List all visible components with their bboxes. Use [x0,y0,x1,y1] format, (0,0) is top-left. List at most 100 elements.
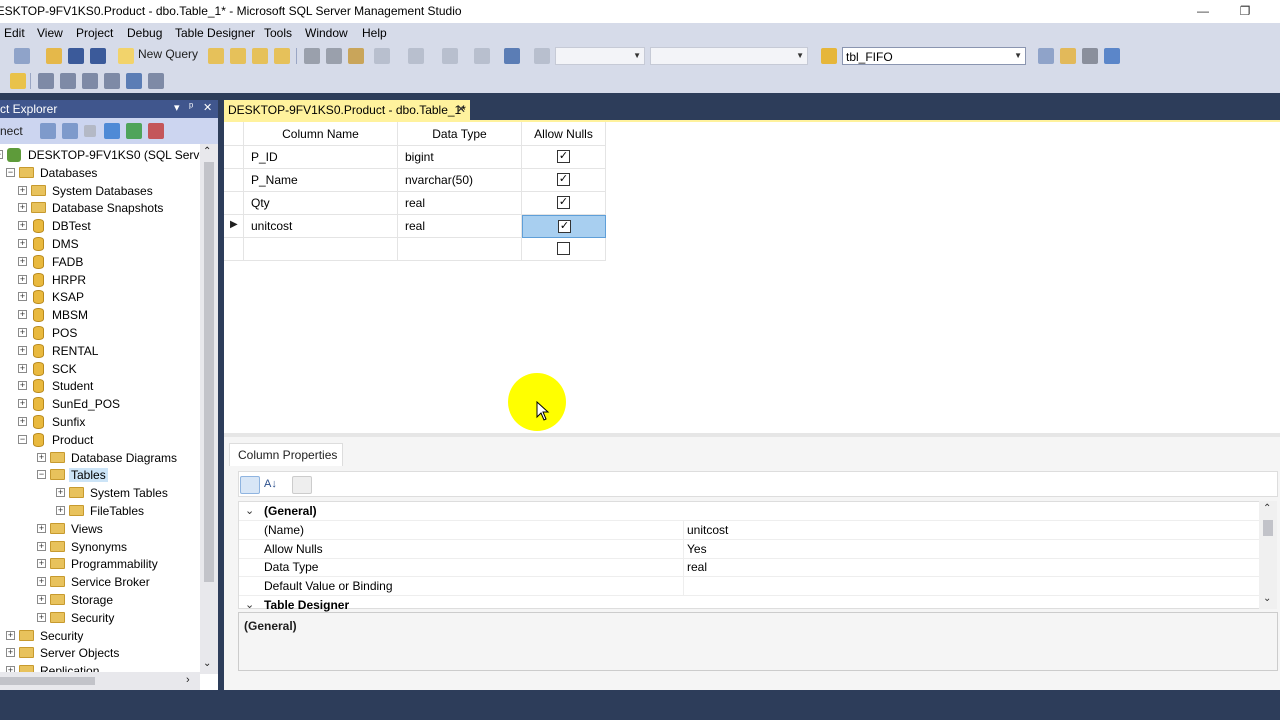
tree-node[interactable]: − Product [0,431,200,449]
menu-window[interactable]: Window [305,26,348,40]
tree-node[interactable]: + SCK [0,360,200,378]
expand-icon[interactable]: + [18,417,27,426]
expand-icon[interactable]: + [56,506,65,515]
menu-debug[interactable]: Debug [127,26,162,40]
check-constraints-icon[interactable] [126,73,142,89]
tree-node[interactable]: + MBSM [0,306,200,324]
property-row[interactable]: Data Type real [239,558,1261,578]
new-query-icon[interactable] [118,48,134,64]
column-name-cell[interactable] [244,238,398,261]
undo-icon[interactable] [374,48,390,64]
navigate-backward-icon[interactable] [442,48,458,64]
property-grid-scrollbar[interactable]: ⌃ ⌄ [1259,501,1277,609]
allow-nulls-checkbox[interactable] [557,242,570,255]
pin-icon[interactable]: ▾ [174,101,180,114]
row-selector[interactable]: ▶ [224,215,244,238]
tree-node[interactable]: + Programmability [0,555,200,573]
tree-node[interactable]: + Service Broker [0,573,200,591]
column-name-cell[interactable]: Qty [244,192,398,215]
tree-node[interactable]: − Databases [0,164,200,182]
cut-icon[interactable] [304,48,320,64]
copy-icon[interactable] [326,48,342,64]
row-selector[interactable] [224,192,244,215]
menu-help[interactable]: Help [362,26,387,40]
available-databases-combo[interactable]: tbl_FIFO ▼ [842,47,1026,65]
row-selector[interactable] [224,146,244,169]
close-icon[interactable]: ✕ [456,102,466,116]
property-value[interactable]: real [687,560,707,574]
menu-project[interactable]: Project [76,26,113,40]
tree-node[interactable]: + Student [0,377,200,395]
connect-icon[interactable] [40,123,56,139]
paste-icon[interactable] [348,48,364,64]
generate-script-icon[interactable] [148,73,164,89]
expand-icon[interactable]: + [18,239,27,248]
filter-icon[interactable] [104,123,120,139]
expand-icon[interactable]: + [18,221,27,231]
xmla-query-icon[interactable] [274,48,290,64]
expand-icon[interactable]: + [18,310,27,320]
property-category[interactable]: ⌄ (General) [239,502,1261,521]
expand-icon[interactable]: + [18,256,27,266]
tree-node[interactable]: + Database Snapshots [0,199,200,217]
collapse-icon[interactable]: − [6,167,15,177]
column-name-cell[interactable]: unitcost [244,215,398,238]
activity-monitor-icon[interactable] [504,48,520,64]
tree-node[interactable]: + POS [0,324,200,342]
new-project-icon[interactable] [14,48,30,64]
expand-icon[interactable]: + [18,381,27,391]
dmx-query-icon[interactable] [252,48,268,64]
data-type-cell[interactable] [398,238,522,261]
expand-icon[interactable]: + [6,648,15,658]
expand-icon[interactable]: + [18,399,27,409]
chevron-down-icon[interactable]: ⌄ [203,658,211,669]
expand-icon[interactable]: + [18,203,27,213]
tree-node[interactable]: + Storage [0,591,200,609]
collapse-icon[interactable]: − [37,470,46,480]
property-row[interactable]: (Name) unitcost [239,520,1261,540]
redo-icon[interactable] [408,48,424,64]
tree-node[interactable]: + Views [0,520,200,538]
allow-nulls-checkbox[interactable]: ✓ [558,220,571,233]
expand-icon[interactable]: + [37,523,46,533]
disconnect-icon[interactable] [62,123,78,139]
data-type-cell[interactable]: nvarchar(50) [398,169,522,192]
scrollbar-thumb[interactable] [0,677,95,685]
expand-icon[interactable]: + [18,185,27,195]
data-type-cell[interactable]: real [398,192,522,215]
expand-icon[interactable]: + [6,630,15,640]
expand-icon[interactable]: + [18,292,27,302]
manage-fulltext-icon[interactable] [82,73,98,89]
tree-node[interactable]: + Synonyms [0,538,200,556]
expand-icon[interactable]: + [37,559,46,569]
object-explorer-vertical-scrollbar[interactable]: ⌃ ⌄ [200,144,218,674]
solution-configuration-combo[interactable]: ▼ [555,47,645,65]
expand-icon[interactable]: + [37,612,46,622]
collapse-icon[interactable]: − [18,434,27,444]
navigate-forward-icon[interactable] [474,48,490,64]
registered-servers-icon[interactable] [1038,48,1054,64]
expand-icon[interactable]: + [37,452,46,462]
column-name-cell[interactable]: P_ID [244,146,398,169]
new-query-button[interactable]: New Query [138,47,198,61]
tree-node[interactable]: + DBTest [0,217,200,235]
tree-node[interactable]: + Security [0,627,200,645]
chevron-down-icon[interactable]: ⌄ [1263,593,1271,604]
menu-edit[interactable]: Edit [4,26,25,40]
scrollbar-thumb[interactable] [1263,520,1273,536]
expand-icon[interactable]: + [18,328,27,337]
tree-node[interactable]: + FileTables [0,502,200,520]
column-name-cell[interactable]: P_Name [244,169,398,192]
allow-nulls-checkbox[interactable]: ✓ [557,150,570,163]
expand-icon[interactable]: + [18,363,27,373]
chevron-up-icon[interactable]: ⌃ [203,146,211,157]
stop-icon[interactable] [84,125,96,137]
manage-indexes-icon[interactable] [60,73,76,89]
properties-icon[interactable] [1082,48,1098,64]
property-row[interactable]: Allow Nulls Yes [239,539,1261,559]
property-pages-icon[interactable] [292,476,312,494]
manage-xml-indexes-icon[interactable] [104,73,120,89]
expand-icon[interactable]: + [37,541,46,551]
expand-icon[interactable]: + [18,274,27,284]
scrollbar-thumb[interactable] [204,162,214,582]
